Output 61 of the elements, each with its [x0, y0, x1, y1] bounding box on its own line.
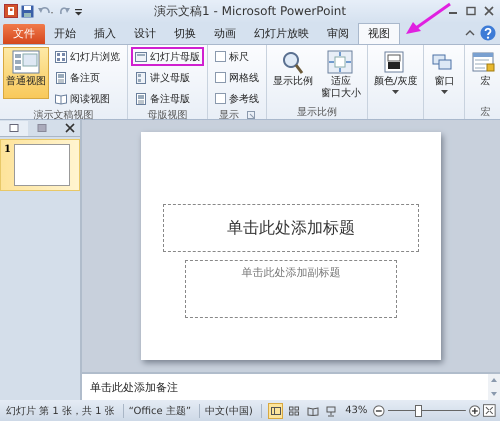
ribbon-button[interactable]: 普通视图 — [3, 47, 49, 99]
checkbox[interactable]: 参考线 — [211, 89, 263, 108]
save-icon[interactable] — [21, 4, 34, 18]
thumbnail-preview — [14, 144, 70, 186]
close-icon[interactable] — [482, 5, 496, 17]
ribbon-tab[interactable]: 幻灯片放映 — [245, 24, 318, 44]
outline-icon — [37, 123, 47, 133]
slide-icon — [9, 123, 19, 133]
ribbon-tab[interactable]: 插入 — [85, 24, 125, 44]
app-logo-icon[interactable] — [4, 4, 18, 18]
subtitle-placeholder[interactable]: 单击此处添加副标题 — [185, 260, 397, 318]
slides-tab[interactable] — [0, 120, 28, 136]
normal-view-icon[interactable] — [268, 402, 284, 418]
group-label: 母版视图 — [148, 108, 188, 122]
checkbox[interactable]: 网格线 — [211, 68, 263, 87]
ribbon-button[interactable]: 显示比例 — [270, 47, 316, 99]
ribbon-tab[interactable]: 视图 — [358, 23, 400, 44]
normal-icon — [12, 50, 40, 74]
ribbon-button[interactable]: 阅读视图 — [51, 89, 124, 108]
ribbon-tab[interactable]: 切换 — [165, 24, 205, 44]
ribbon-button[interactable]: 讲义母版 — [131, 68, 204, 87]
ribbon-button[interactable]: 备注页 — [51, 68, 124, 87]
checkbox[interactable]: 标尺 — [211, 47, 263, 66]
fit-to-window-icon[interactable] — [483, 404, 496, 417]
language[interactable]: 中文(中国) — [203, 404, 262, 418]
ribbon-button[interactable]: 颜色/灰度 — [371, 47, 420, 99]
group-label: 显示比例 — [297, 106, 337, 119]
theme-name[interactable]: “Office 主题” — [126, 404, 200, 418]
handout-icon — [135, 72, 147, 84]
window-title: 演示文稿1 - Microsoft PowerPoint — [154, 2, 348, 20]
ribbon-button[interactable]: 适应 窗口大小 — [318, 47, 364, 103]
ribbon-tab[interactable]: 动画 — [205, 24, 245, 44]
help-icon[interactable] — [480, 25, 496, 41]
ribbon-button[interactable]: 窗口 — [427, 47, 462, 99]
notes-icon — [55, 72, 67, 84]
group-label: 演示文稿视图 — [34, 108, 94, 122]
ribbon-tab[interactable]: 开始 — [45, 24, 85, 44]
group-label: 显示 — [219, 109, 239, 122]
maximize-icon[interactable] — [464, 5, 478, 17]
ribbon-button[interactable]: 幻灯片浏览 — [51, 47, 124, 66]
sorter-icon — [55, 50, 67, 62]
zoom-in-icon[interactable] — [468, 404, 480, 416]
slide-thumbnail[interactable]: 1 — [0, 139, 80, 191]
dropdown-caret-icon — [440, 90, 448, 94]
ribbon-tab[interactable]: 设计 — [125, 24, 165, 44]
zoom-level[interactable]: 43% — [345, 405, 368, 416]
slide-number: 1 — [4, 144, 11, 155]
ribbon-button[interactable]: 备注母版 — [131, 89, 204, 108]
notes-icon — [135, 92, 147, 104]
title-placeholder[interactable]: 单击此处添加标题 — [163, 204, 419, 252]
dropdown-caret-icon — [392, 90, 400, 94]
ribbon-button[interactable]: 宏 — [468, 47, 500, 99]
ribbon-button[interactable]: 幻灯片母版 — [131, 47, 204, 66]
zoom-out-icon[interactable] — [373, 404, 386, 416]
slide-count: 幻灯片 第 1 张，共 1 张 — [4, 404, 124, 418]
scrollbar-drawing[interactable] — [488, 374, 500, 400]
group-label: 宏 — [480, 106, 490, 119]
reading-icon — [55, 92, 67, 104]
slide-icon — [135, 50, 147, 62]
ribbon-tab[interactable]: 审阅 — [318, 24, 358, 44]
fit-icon — [327, 50, 355, 74]
